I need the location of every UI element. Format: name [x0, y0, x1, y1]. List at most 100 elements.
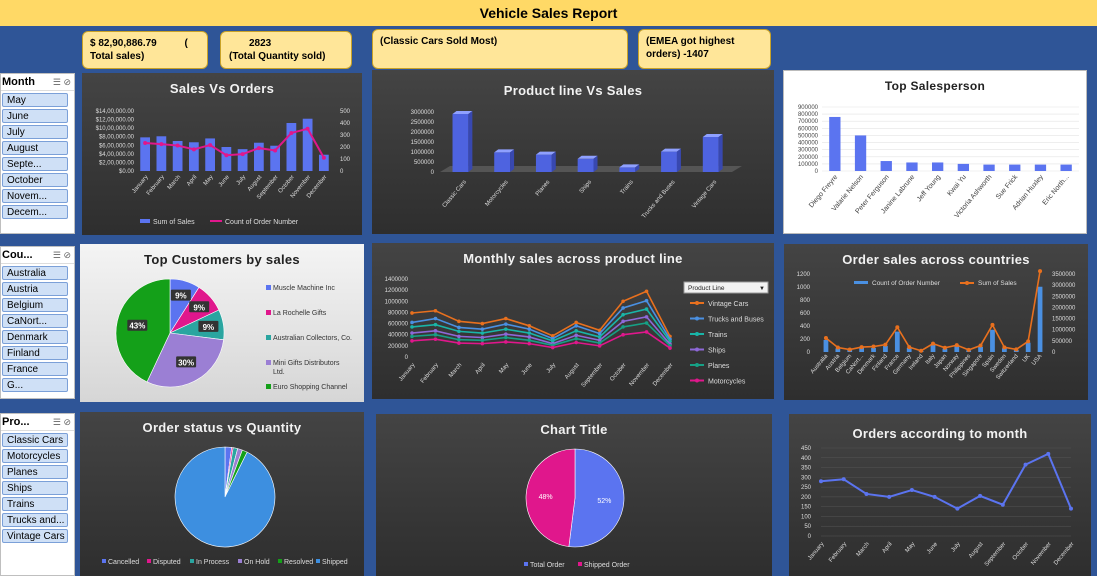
tick-label: $0.00 [119, 169, 135, 175]
slicer-item-country[interactable]: France [2, 362, 68, 376]
slicer-item-month[interactable]: October [2, 173, 68, 187]
tick-label: June [218, 174, 231, 188]
kpi-top-product-label: (Classic Cars Sold Most) [380, 36, 498, 47]
data-point [864, 491, 869, 496]
tick-label: 800 [800, 298, 811, 304]
legend-label: Vintage Cars [708, 301, 749, 308]
data-point [159, 142, 164, 147]
slicer-item-product[interactable]: Trains [2, 497, 68, 511]
bar [978, 346, 983, 352]
slicer-item-month[interactable]: May [2, 93, 68, 107]
legend-swatch [266, 310, 271, 315]
multiselect-icon[interactable]: ☰ ⊘ [53, 77, 74, 88]
tick-label: July [950, 541, 961, 553]
data-point [527, 331, 532, 335]
chart-top-salesperson[interactable]: Top Salesperson 900000 800000 700000 600000… [783, 70, 1087, 234]
tick-label: 2500000 [1052, 294, 1076, 300]
data-point [175, 143, 180, 148]
data-point [644, 289, 649, 294]
data-point [819, 479, 823, 484]
data-point [433, 316, 438, 321]
tick-label: 3000000 [411, 110, 435, 116]
data-point [621, 325, 625, 329]
bar [983, 164, 995, 171]
chart-productline-vs-sales[interactable]: Product line Vs Sales 3000000 2500000 2000… [372, 70, 774, 234]
slicer-item-country[interactable]: Austria [2, 282, 68, 296]
slicer-item-product[interactable]: Vintage Cars [2, 529, 68, 543]
slicer-item-country[interactable]: Finland [2, 346, 68, 360]
slicer-item-month[interactable]: July [2, 125, 68, 139]
kpi-total-quantity-value: 2823 [249, 38, 272, 49]
slicer-item-country[interactable]: CaNort... [2, 314, 68, 328]
data-point [823, 335, 828, 340]
slicer-item-product[interactable]: Trucks and... [2, 513, 68, 527]
slicer-item-product[interactable]: Motorcycles [2, 449, 68, 463]
slicer-item-product[interactable]: Ships [2, 481, 68, 495]
chart-monthly-sales-productline[interactable]: Monthly sales across product line 140000… [372, 243, 774, 399]
chart-total-vs-shipped[interactable]: Chart Title 52% 48% Total Order Shipped Ord… [376, 414, 772, 576]
tick-label: 450 [801, 446, 812, 452]
slicer-item-country[interactable]: Denmark [2, 330, 68, 344]
slicer-item-country[interactable]: Belgium [2, 298, 68, 312]
slicer-item-month[interactable]: Novem... [2, 189, 68, 203]
data-point [1038, 269, 1043, 274]
chart-top-customers[interactable]: Top Customers by sales 9% 9% 9% 30% 43% Muscl… [80, 244, 364, 402]
bar [1025, 342, 1031, 352]
data-point [942, 345, 947, 350]
tick-label: Trucks and Buses [641, 179, 676, 219]
tick-label: November [1030, 541, 1052, 566]
multiselect-icon[interactable]: ☰ ⊘ [53, 417, 74, 428]
data-point [621, 312, 625, 317]
data-label: 48% [539, 494, 553, 501]
data-point [240, 152, 245, 157]
chart-svg: 450 400 350 300 250 200 150 100 50 0January Februa… [801, 446, 1076, 568]
tick-label: February [828, 541, 848, 563]
slicer-item-month[interactable]: June [2, 109, 68, 123]
tick-label: 600 [800, 311, 811, 317]
legend-label: Cancelled [108, 559, 139, 566]
legend-swatch [578, 562, 582, 566]
slicer-item-product[interactable]: Classic Cars [2, 433, 68, 447]
slicer-item-country[interactable]: Australia [2, 266, 68, 280]
legend-label: Sum of Sales [153, 219, 195, 226]
tick-label: 1000000 [1052, 328, 1076, 334]
chart-sales-vs-orders[interactable]: Sales Vs Orders $14,00,000.00 $12,00,000.… [82, 73, 362, 235]
kpi-top-region-label2: orders) -1407 [646, 49, 709, 60]
legend-label: Planes [708, 363, 730, 370]
legend-swatch [524, 562, 528, 566]
bar [577, 158, 594, 172]
data-point [883, 342, 888, 347]
data-point [1046, 451, 1051, 456]
chart-country-sales[interactable]: Order sales across countries 1200 1000 800… [784, 244, 1088, 400]
chart-order-status[interactable]: Order status vs Quantity Cancelled Disput… [80, 412, 364, 576]
tick-label: 0 [340, 169, 344, 175]
tick-label: May [203, 174, 215, 187]
tick-label: August [564, 362, 581, 380]
tick-label: 3500000 [1052, 272, 1076, 278]
bar [189, 142, 199, 171]
tick-label: 900000 [798, 105, 819, 111]
slicer-item-month[interactable]: Septe... [2, 157, 68, 171]
multiselect-icon[interactable]: ☰ ⊘ [53, 250, 74, 261]
tick-label: 0 [405, 355, 409, 361]
slicer-month: Month ☰ ⊘ May June July August Septe... Octobe… [0, 73, 75, 234]
slicer-item-product[interactable]: Planes [2, 465, 68, 479]
slicer-item-month[interactable]: August [2, 141, 68, 155]
data-point [433, 332, 438, 337]
slicer-item-month[interactable]: Decem... [2, 205, 68, 219]
tick-label: 2000000 [411, 130, 435, 136]
data-point [504, 327, 508, 331]
slicer-month-header: Month ☰ ⊘ [1, 74, 74, 91]
data-point [433, 308, 438, 313]
chart-orders-by-month[interactable]: Orders according to month 450 400 350 300 25… [789, 414, 1091, 576]
legend-swatch [854, 281, 868, 284]
data-point [527, 338, 532, 343]
tick-label: 1500000 [411, 140, 435, 146]
slicer-item-country[interactable]: G... [2, 378, 68, 392]
bar [286, 123, 297, 171]
data-point [457, 334, 461, 339]
chart-svg: 1200 1000 800 600 400 200 0 3500000 3000000 25000… [797, 269, 1076, 381]
data-point [990, 322, 995, 327]
tick-label: 1200000 [385, 288, 409, 294]
data-point [1000, 502, 1005, 507]
